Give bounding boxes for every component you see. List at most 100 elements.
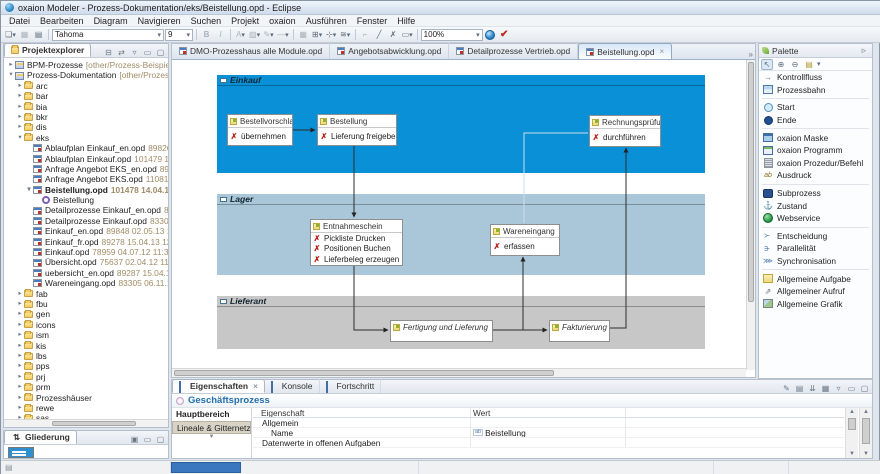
zoom-combo[interactable]: 100%▾ [421, 29, 483, 41]
node-rechnungsprüfung[interactable]: Rechnungsprüfung✗durchführen [589, 115, 661, 147]
editor-tab-angebotsabwicklung-opd[interactable]: Angebotsabwicklung.opd [330, 43, 449, 59]
expand-arrow-icon[interactable]: ▸ [16, 122, 24, 132]
node-bestellung[interactable]: Bestellung✗Lieferung freigeben [317, 114, 397, 146]
palette-item-entscheidung[interactable]: YEntscheidung [759, 230, 872, 243]
tab-projektexplorer[interactable]: Projektexplorer [4, 43, 91, 57]
tree-item-prozesshäuser[interactable]: ▸Prozesshäuser [4, 393, 168, 403]
tree-item-bpm-prozesse[interactable]: ▸BPM-Prozesse[other/Prozess-Beispiele] [4, 60, 168, 70]
italic-button[interactable]: I [214, 28, 227, 41]
expand-arrow-icon[interactable]: ▸ [16, 393, 24, 403]
bold-button[interactable]: B [200, 28, 213, 41]
maximize-icon[interactable]: ▢ [155, 48, 166, 57]
node-action-durchführen[interactable]: ✗durchführen [590, 129, 660, 146]
tree-item-übersicht-opd[interactable]: Übersicht.opd75637 02.04.12 11:35 [4, 257, 168, 267]
tree-item-gen[interactable]: ▸gen [4, 309, 168, 319]
tree-item-bkr[interactable]: ▸bkr [4, 112, 168, 122]
expand-arrow-icon[interactable]: ▸ [16, 341, 24, 351]
tree-item-prm[interactable]: ▸prm [4, 382, 168, 392]
editor-tab-detailprozesse-vertrieb-opd[interactable]: Detailprozesse Vertrieb.opd [449, 43, 578, 59]
expand-arrow-icon[interactable]: ▾ [16, 133, 24, 143]
tree-item-kis[interactable]: ▸kis [4, 341, 168, 351]
palette-item-zustand[interactable]: ⚓Zustand [759, 199, 872, 212]
table-vscrollbar[interactable]: ▲ ▼ [845, 408, 858, 458]
note-tool-caret[interactable]: ▾ [817, 60, 821, 68]
properties-tool-prop-pin[interactable]: ▤ [794, 384, 805, 393]
menu-bearbeiten[interactable]: Bearbeiten [35, 15, 89, 27]
scrollbar-thumb[interactable] [748, 62, 754, 302]
menu-ausführen[interactable]: Ausführen [301, 15, 352, 27]
tree-item-eks[interactable]: ▾eks [4, 133, 168, 143]
palette-item-kontrollfluss[interactable]: →Kontrollfluss [759, 71, 872, 84]
minimize-icon[interactable]: ▭ [142, 48, 153, 57]
fill-color-button[interactable]: ▨▾ [248, 28, 261, 41]
palette-item-ausdruck[interactable]: abAusdruck [759, 169, 872, 182]
align-button[interactable]: ⊞▾ [311, 28, 324, 41]
node-wareneingang[interactable]: Wareneingang✗erfassen [490, 224, 560, 256]
collapse-all-icon[interactable]: ⊟ [103, 48, 114, 57]
tree-item-prj[interactable]: ▸prj [4, 372, 168, 382]
arrow-style-button[interactable]: —▾ [276, 28, 290, 41]
scroll-up-icon[interactable]: ▲ [860, 409, 872, 415]
expand-arrow-icon[interactable]: ▾ [7, 70, 15, 80]
tree-item-fbu[interactable]: ▸fbu [4, 299, 168, 309]
diagram-canvas[interactable]: EinkaufLagerLieferantBestellvorschlag✗üb… [172, 60, 755, 370]
lane-collapse-icon[interactable] [220, 299, 227, 304]
property-value[interactable] [471, 418, 626, 427]
explorer-hscrollbar[interactable] [4, 419, 168, 427]
outline-thumbnail[interactable] [8, 447, 34, 458]
tree-item-prozess-dokumentation[interactable]: ▾Prozess-Dokumentation[other/Prozess-Dok [4, 70, 168, 80]
palette-item-ende[interactable]: Ende [759, 114, 872, 127]
canvas-hscrollbar[interactable] [172, 368, 746, 377]
palette-item-oxaion-maske[interactable]: oxaion Maske [759, 131, 872, 144]
font-size-combo[interactable]: 9▾ [165, 29, 193, 41]
properties-tool-prop-table[interactable]: ▦ [820, 384, 831, 393]
expand-arrow-icon[interactable]: ▸ [16, 112, 24, 122]
scroll-down-icon[interactable]: ▼ [846, 451, 858, 457]
menu-suchen[interactable]: Suchen [186, 15, 227, 27]
properties-tool-view-menu[interactable]: ▿ [833, 384, 844, 393]
canvas-vscrollbar[interactable] [746, 60, 755, 370]
tab-overflow-icon[interactable]: » [749, 50, 755, 59]
close-tab-icon[interactable]: × [660, 47, 665, 56]
tree-item-dis[interactable]: ▸dis [4, 122, 168, 132]
print-button[interactable]: ▤ [32, 28, 45, 41]
tree-item-rewe[interactable]: ▸rewe [4, 403, 168, 413]
palette-item-allgemeine-grafik[interactable]: Allgemeine Grafik [759, 298, 872, 311]
tree-item-einkauf-opd[interactable]: Einkauf.opd78959 04.07.12 11:31 pa [4, 247, 168, 257]
tree-item-beistellung-opd[interactable]: ▾Beistellung.opd101478 14.04.14 13:0 [4, 185, 168, 195]
properties-tool-minimize[interactable]: ▭ [846, 384, 857, 393]
node-action-erfassen[interactable]: ✗erfassen [491, 238, 559, 255]
tree-item-ablaufplan-einkauf-en-opd[interactable]: Ablaufplan Einkauf_en.opd89826 02.0 [4, 143, 168, 153]
font-family-combo[interactable]: Tahoma▾ [52, 29, 164, 41]
expand-arrow-icon[interactable]: ▸ [16, 289, 24, 299]
tree-item-detailprozesse-einkauf-opd[interactable]: Detailprozesse Einkauf.opd83306 06. [4, 216, 168, 226]
line-style-button[interactable]: ✎▾ [262, 28, 275, 41]
menu-oxaion[interactable]: oxaion [264, 15, 301, 27]
property-value[interactable]: abBeistellung [471, 428, 626, 437]
lane-collapse-icon[interactable] [220, 197, 227, 202]
delete-button[interactable]: ✗ [387, 28, 400, 41]
palette-item-webservice[interactable]: Webservice [759, 212, 872, 225]
palette-header[interactable]: Palette ▹ [759, 44, 872, 58]
expand-arrow-icon[interactable]: ▸ [16, 330, 24, 340]
tree-item-anfrage-angebot-eks-opd[interactable]: Anfrage Angebot EKS.opd110810 21 [4, 174, 168, 184]
expand-arrow-icon[interactable]: ▸ [16, 382, 24, 392]
expand-arrow-icon[interactable]: ▸ [16, 81, 24, 91]
menu-navigieren[interactable]: Navigieren [133, 15, 186, 27]
expand-arrow-icon[interactable]: ▸ [16, 299, 24, 309]
property-value[interactable] [471, 438, 626, 447]
palette-item-prozessbahn[interactable]: Prozessbahn [759, 84, 872, 97]
minimize-icon[interactable]: ▭ [142, 435, 153, 444]
diagonal-button[interactable]: ╱ [373, 28, 386, 41]
shape-button[interactable]: ▭▾ [401, 28, 414, 41]
tab-eigenschaften[interactable]: Eigenschaften× [172, 379, 265, 393]
editor-tab-beistellung-opd[interactable]: Beistellung.opd× [578, 43, 672, 59]
tree-item-fab[interactable]: ▸fab [4, 289, 168, 299]
new-file-button[interactable]: ❏▾ [4, 28, 17, 41]
properties-tool-prop-edit[interactable]: ✎ [781, 384, 792, 393]
expand-arrow-icon[interactable]: ▸ [16, 91, 24, 101]
expand-arrow-icon[interactable]: ▸ [16, 361, 24, 371]
palette-item-synchronisation[interactable]: ⋙Synchronisation [759, 255, 872, 268]
tab-konsole[interactable]: Konsole [265, 379, 320, 393]
tree-item-bia[interactable]: ▸bia [4, 102, 168, 112]
